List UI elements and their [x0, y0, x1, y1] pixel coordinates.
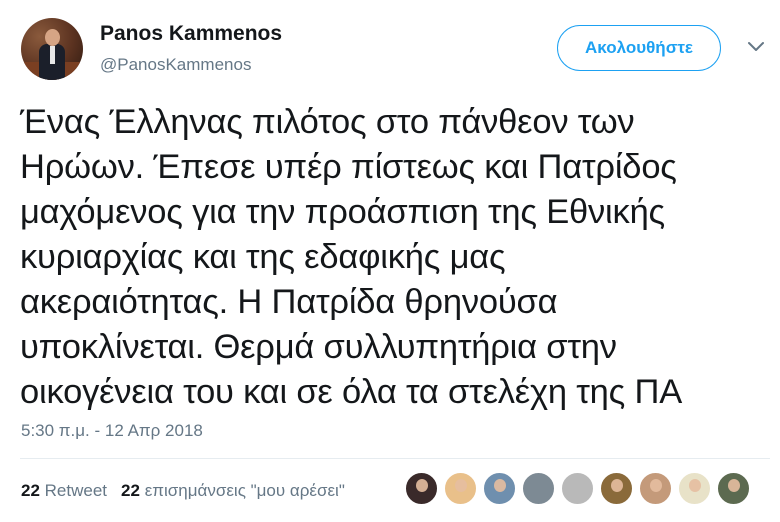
liker-avatar[interactable]: [444, 472, 477, 505]
liker-avatar[interactable]: [678, 472, 711, 505]
likes-label: επισημάνσεις "μου αρέσει": [144, 481, 345, 500]
liker-avatar[interactable]: [483, 472, 516, 505]
liker-avatar[interactable]: [600, 472, 633, 505]
tweet-text-line: υποκλίνεται. Θερμά συλλυπητήρια στην: [20, 328, 617, 366]
retweet-stat[interactable]: 22 Retweet: [21, 481, 107, 500]
liker-avatar[interactable]: [405, 472, 438, 505]
stats-divider: [20, 458, 770, 459]
liker-avatar[interactable]: [522, 472, 555, 505]
liker-avatar[interactable]: [561, 472, 594, 505]
liker-avatars: [405, 472, 756, 506]
avatar-head: [45, 29, 60, 46]
author-handle[interactable]: @PanosKammenos: [100, 55, 251, 75]
liker-avatar[interactable]: [717, 472, 750, 505]
chevron-down-icon[interactable]: [747, 40, 765, 54]
liker-avatar[interactable]: [639, 472, 672, 505]
retweet-label: Retweet: [44, 481, 108, 500]
retweet-count: 22: [21, 481, 40, 500]
tweet-stats: 22 Retweet 22 επισημάνσεις "μου αρέσει": [21, 481, 345, 501]
avatar-shirt: [50, 46, 55, 64]
follow-button[interactable]: Ακολουθήστε: [557, 25, 721, 71]
likes-stat[interactable]: 22 επισημάνσεις "μου αρέσει": [121, 481, 345, 500]
author-display-name[interactable]: Panos Kammenos: [100, 22, 282, 46]
tweet-text-line: Ένας Έλληνας πιλότος στο πάνθεον των: [20, 103, 635, 141]
tweet-text-line: κυριαρχίας και της εδαφικής μας: [20, 238, 506, 276]
likes-count: 22: [121, 481, 140, 500]
tweet-text: Ένας Έλληνας πιλότος στο πάνθεον των Ηρώ…: [20, 100, 772, 415]
tweet-text-line: οικογένεια του και σε όλα τα στελέχη της…: [20, 373, 683, 411]
tweet-text-line: ακεραιότητας. Η Πατρίδα θρηνούσα: [20, 283, 558, 321]
tweet-text-line: μαχόμενος για την προάσπιση της Εθνικής: [20, 193, 665, 231]
tweet-timestamp[interactable]: 5:30 π.μ. - 12 Απρ 2018: [21, 421, 203, 441]
author-avatar[interactable]: [21, 18, 83, 80]
tweet-text-line: Ηρώων. Έπεσε υπέρ πίστεως και Πατρίδος: [20, 148, 677, 186]
